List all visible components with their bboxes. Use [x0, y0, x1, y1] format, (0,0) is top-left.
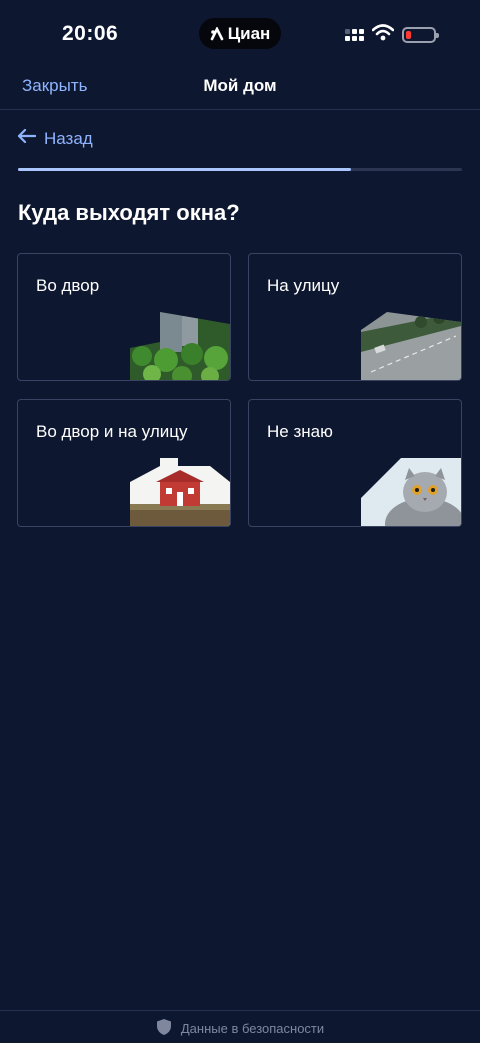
- option-courtyard[interactable]: Во двор: [17, 253, 231, 381]
- arrow-left-icon: [17, 128, 37, 149]
- back-button[interactable]: Назад: [17, 128, 93, 149]
- signal-icon: [345, 29, 364, 41]
- battery-level: [406, 31, 411, 39]
- status-app-name: Циан: [227, 23, 271, 43]
- cat-image: [361, 458, 461, 526]
- battery-icon: [402, 27, 439, 43]
- cian-logo-icon: [210, 26, 224, 41]
- option-label: Во двор и на улицу: [36, 422, 188, 441]
- footer: Данные в безопасности: [0, 1010, 480, 1043]
- street-image: [361, 312, 461, 380]
- back-label: Назад: [44, 128, 93, 148]
- courtyard-image: [130, 312, 230, 380]
- status-bar: 20:06 Циан: [0, 0, 480, 70]
- question-title: Куда выходят окна?: [18, 200, 240, 225]
- option-unknown[interactable]: Не знаю: [248, 399, 462, 527]
- nav-header: Закрыть Мой дом: [0, 70, 480, 110]
- dynamic-island-app-indicator[interactable]: Циан: [199, 18, 281, 49]
- wifi-icon: [371, 24, 395, 46]
- page-title: Мой дом: [203, 76, 277, 95]
- progress-fill: [18, 168, 351, 171]
- security-label: Данные в безопасности: [180, 1021, 325, 1036]
- screen: 20:06 Циан Закрыть Мой дом Назад Куда вы…: [0, 0, 480, 1043]
- shield-icon: [156, 1018, 172, 1039]
- option-street[interactable]: На улицу: [248, 253, 462, 381]
- option-both[interactable]: Во двор и на улицу: [17, 399, 231, 527]
- security-note: Данные в безопасности: [0, 1018, 480, 1039]
- house-image: [130, 458, 230, 526]
- option-label: Во двор: [36, 276, 100, 295]
- status-time: 20:06: [62, 22, 119, 45]
- progress-bar: [18, 168, 462, 171]
- option-label: На улицу: [267, 276, 340, 295]
- status-icons: [345, 24, 439, 46]
- option-label: Не знаю: [267, 422, 333, 441]
